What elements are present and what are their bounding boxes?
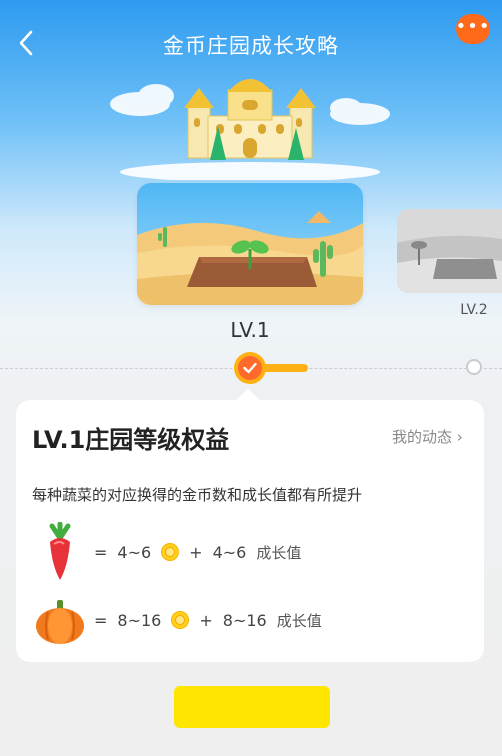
more-button[interactable]: ••• (456, 14, 490, 44)
level-card-lv1[interactable] (137, 183, 363, 305)
my-activity-link[interactable]: 我的动态 › (392, 426, 463, 447)
equals-sign: = (94, 610, 108, 630)
more-dots-icon: ••• (455, 16, 491, 37)
checkmark-icon (243, 362, 257, 374)
coin-icon (161, 543, 180, 561)
current-level-marker (234, 352, 266, 384)
coin-icon (171, 611, 190, 629)
desert-farm-illustration (137, 183, 363, 305)
equals-sign: = (94, 542, 108, 562)
coin-amount: 8~16 (117, 610, 162, 630)
level-label-lv2: LV.2 (460, 302, 488, 318)
radish-icon (49, 522, 71, 580)
level-card-lv2[interactable] (397, 209, 502, 293)
reward-row-radish: = 4~6 + 4~6 成长值 (32, 522, 301, 582)
bottom-action-button[interactable] (174, 686, 330, 728)
next-level-marker (466, 359, 482, 375)
plus-sign: + (189, 542, 203, 562)
growth-label: 成长值 (256, 543, 302, 562)
growth-amount: 4~6 (212, 542, 247, 562)
locked-farm-illustration (397, 209, 502, 293)
pumpkin-icon (36, 600, 84, 644)
page-title: 金币庄园成长攻略 (163, 34, 339, 58)
coin-amount: 4~6 (117, 542, 152, 562)
benefit-description: 每种蔬菜的对应换得的金币数和成长值都有所提升 (32, 486, 363, 504)
level-label-lv1: LV.1 (230, 318, 270, 342)
reward-row-pumpkin: = 8~16 + 8~16 成长值 (32, 590, 322, 650)
plus-sign: + (199, 610, 213, 630)
castle-illustration (110, 68, 390, 182)
growth-label: 成长值 (276, 611, 322, 630)
benefit-title: LV.1庄园等级权益 (32, 426, 230, 454)
growth-amount: 8~16 (222, 610, 267, 630)
